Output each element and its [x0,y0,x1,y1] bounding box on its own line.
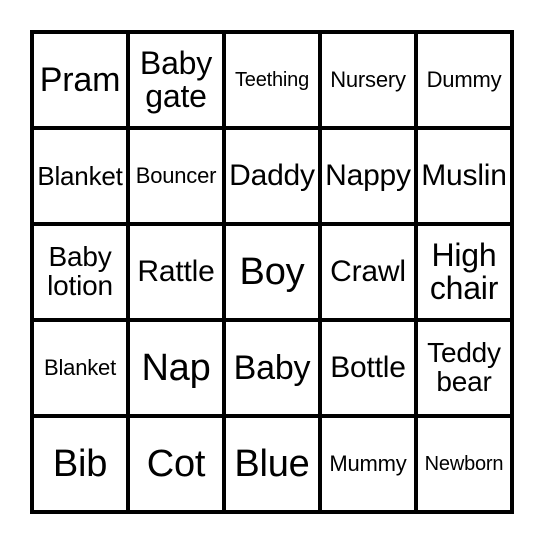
bingo-cell[interactable]: Rattle [130,226,222,318]
bingo-cell-label: Bib [52,442,108,485]
bingo-cell[interactable]: Pram [34,34,126,126]
bingo-card-grid: Pram Baby gate Teething Nursery Dummy Blanket… [30,30,514,514]
bingo-cell-label: Boy [239,250,305,293]
bingo-cell[interactable]: Nursery [322,34,414,126]
bingo-cell-label: Daddy [229,158,315,192]
bingo-cell-label: Teddy bear [427,337,501,397]
bingo-cell[interactable]: Blue [226,418,318,510]
bingo-cell-label: Blanket [37,160,123,191]
bingo-cell-label: Teething [234,68,309,91]
bingo-cell-label: Nap [141,346,211,389]
bingo-cell[interactable]: Teething [226,34,318,126]
bingo-cell[interactable]: Crawl [322,226,414,318]
bingo-cell-label: Baby lotion [47,241,113,301]
bingo-cell[interactable]: Bottle [322,322,414,414]
bingo-cell[interactable]: Nappy [322,130,414,222]
bingo-cell-label: Newborn [424,452,504,475]
bingo-cell-label: Cot [146,442,206,485]
bingo-cell[interactable]: Bib [34,418,126,510]
bingo-cell[interactable]: Dummy [418,34,510,126]
bingo-cell[interactable]: Teddy bear [418,322,510,414]
bingo-cell-label: Baby [233,348,311,387]
bingo-cell[interactable]: Blanket [34,130,126,222]
bingo-cell[interactable]: Bouncer [130,130,222,222]
bingo-cell[interactable]: High chair [418,226,510,318]
bingo-cell-label: Crawl [330,254,406,288]
bingo-cell[interactable]: Blanket [34,322,126,414]
bingo-cell-label: Nappy [325,158,411,192]
bingo-cell-label: Muslin [421,158,507,192]
bingo-cell[interactable]: Nap [130,322,222,414]
bingo-cell[interactable]: Newborn [418,418,510,510]
bingo-cell[interactable]: Daddy [226,130,318,222]
bingo-cell-label: Bouncer [135,162,217,188]
bingo-cell-label: Dummy [426,66,502,92]
bingo-cell-label: Mummy [329,450,407,476]
bingo-cell-label: Pram [39,60,121,99]
bingo-cell[interactable]: Baby lotion [34,226,126,318]
bingo-cell-label: Blanket [44,354,116,380]
bingo-cell[interactable]: Mummy [322,418,414,510]
bingo-cell-label: Baby gate [139,45,213,114]
bingo-cell[interactable]: Baby gate [130,34,222,126]
bingo-cell-label: Nursery [330,66,406,92]
bingo-cell[interactable]: Cot [130,418,222,510]
bingo-cell[interactable]: Boy [226,226,318,318]
bingo-cell-label: Rattle [137,254,215,288]
bingo-cell-label: High chair [429,237,499,306]
bingo-cell[interactable]: Muslin [418,130,510,222]
bingo-cell[interactable]: Baby [226,322,318,414]
bingo-cell-label: Blue [234,442,310,485]
bingo-cell-label: Bottle [330,350,406,384]
